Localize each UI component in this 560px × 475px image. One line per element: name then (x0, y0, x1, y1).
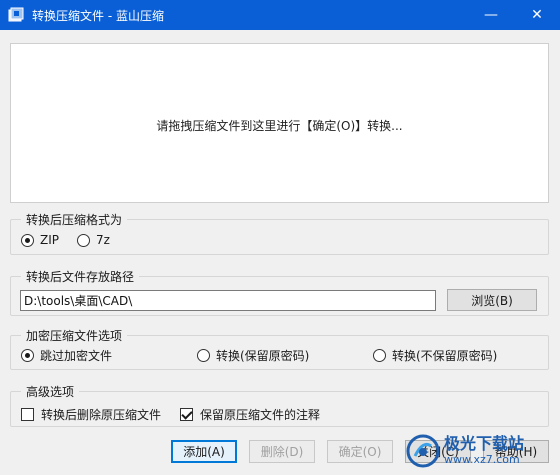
radio-skip-encrypted[interactable]: 跳过加密文件 (21, 347, 112, 364)
encrypt-group: 加密压缩文件选项 跳过加密文件 转换(保留原密码) 转换(不保留原密码) (10, 327, 549, 370)
app-icon (8, 7, 24, 22)
checkbox-keep-comment[interactable]: 保留原压缩文件的注释 (180, 406, 320, 423)
watermark: 极光下载站 www.xz7.com (404, 426, 560, 475)
title-bar[interactable]: 转换压缩文件 - 蓝山压缩 — ✕ (0, 0, 560, 30)
radio-7z-label: 7z (96, 233, 110, 247)
browse-button[interactable]: 浏览(B) (447, 289, 537, 311)
checkbox-keep-comment-label: 保留原压缩文件的注释 (200, 408, 321, 422)
radio-skip-encrypted-label: 跳过加密文件 (40, 349, 113, 363)
checkbox-delete-original-label: 转换后删除原压缩文件 (41, 408, 162, 422)
drop-zone[interactable]: 请拖拽压缩文件到这里进行【确定(O)】转换... (10, 43, 549, 203)
add-button[interactable]: 添加(A) (171, 440, 237, 463)
checkbox-delete-original[interactable]: 转换后删除原压缩文件 (21, 406, 161, 423)
radio-keep-password-indicator[interactable] (197, 349, 210, 362)
watermark-title: 极光下载站 (444, 434, 525, 453)
radio-7z[interactable]: 7z (77, 233, 110, 247)
watermark-logo-icon (406, 434, 440, 467)
encrypt-group-title: 加密压缩文件选项 (21, 327, 128, 344)
radio-7z-indicator[interactable] (77, 233, 90, 247)
radio-skip-encrypted-indicator[interactable] (21, 349, 34, 362)
close-icon: ✕ (531, 7, 543, 23)
radio-drop-password-label: 转换(不保留原密码) (392, 349, 498, 363)
checkbox-delete-original-box[interactable] (21, 408, 34, 421)
ok-button[interactable]: 确定(O) (327, 440, 393, 463)
window-title: 转换压缩文件 - 蓝山压缩 (32, 9, 164, 23)
delete-button[interactable]: 删除(D) (249, 440, 315, 463)
radio-zip-label: ZIP (40, 233, 59, 247)
radio-keep-password[interactable]: 转换(保留原密码) (197, 347, 309, 364)
radio-zip-indicator[interactable] (21, 233, 34, 247)
minimize-button[interactable]: — (468, 0, 514, 30)
format-group-title: 转换后压缩格式为 (21, 211, 128, 228)
close-window-button[interactable]: ✕ (514, 0, 560, 30)
advanced-group: 高级选项 转换后删除原压缩文件 保留原压缩文件的注释 (10, 383, 549, 427)
path-input[interactable] (20, 290, 436, 311)
advanced-group-title: 高级选项 (21, 383, 80, 400)
radio-keep-password-label: 转换(保留原密码) (216, 349, 310, 363)
path-group-title: 转换后文件存放路径 (21, 268, 140, 285)
format-group: 转换后压缩格式为 ZIP 7z (10, 211, 549, 255)
radio-zip[interactable]: ZIP (21, 233, 59, 247)
drop-zone-hint: 请拖拽压缩文件到这里进行【确定(O)】转换... (156, 119, 403, 133)
checkbox-keep-comment-box[interactable] (180, 408, 193, 421)
radio-drop-password-indicator[interactable] (373, 349, 386, 362)
radio-drop-password[interactable]: 转换(不保留原密码) (373, 347, 497, 364)
minimize-icon: — (484, 7, 498, 23)
path-group: 转换后文件存放路径 浏览(B) (10, 268, 549, 316)
watermark-text: 极光下载站 www.xz7.com (444, 434, 525, 467)
watermark-url: www.xz7.com (444, 453, 520, 466)
